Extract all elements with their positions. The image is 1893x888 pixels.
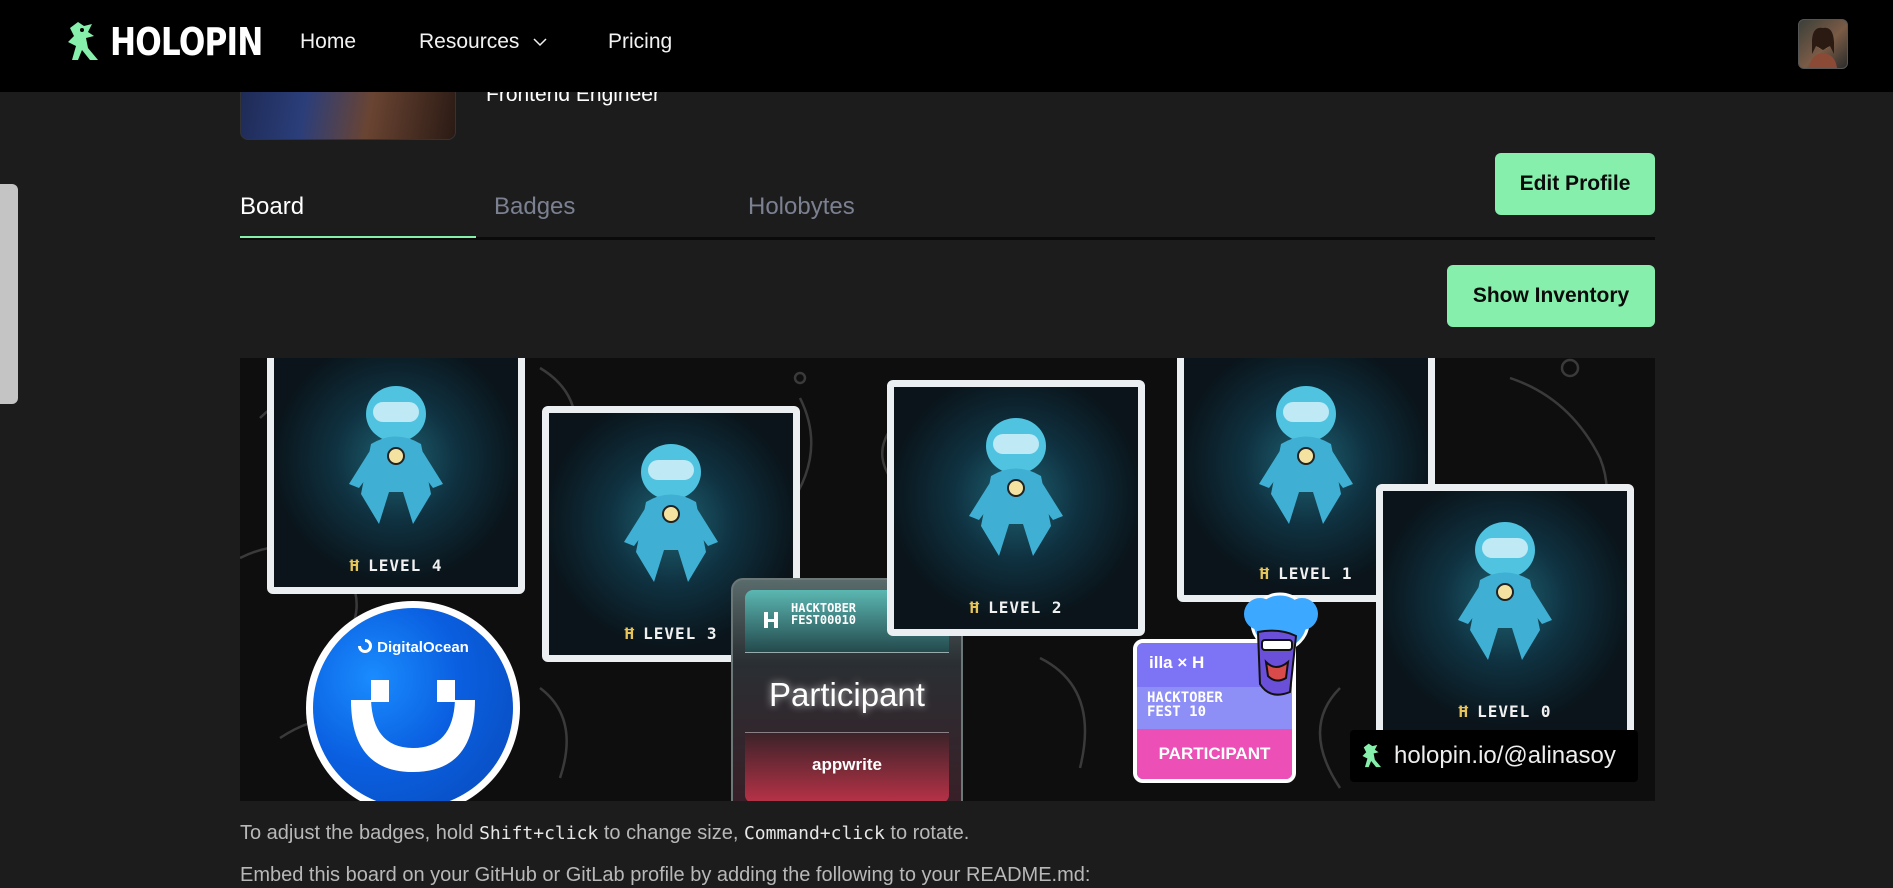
- profile-tabs: Board Badges Holobytes: [240, 190, 1655, 240]
- digitalocean-badge-body: DigitalOcean: [313, 608, 513, 801]
- holopin-mark-icon: Ħ: [1458, 702, 1470, 721]
- level-label: Ħ LEVEL 2: [894, 598, 1138, 617]
- hack-badge-participant: PARTICIPANT: [1158, 744, 1271, 763]
- dinosaur-logo-icon: [1362, 743, 1382, 768]
- level-text: LEVEL 1: [1278, 564, 1353, 583]
- appwrite-logo: appwrite: [812, 755, 882, 774]
- active-tab-indicator: [240, 236, 476, 238]
- level-label: Ħ LEVEL 4: [274, 556, 518, 575]
- astronaut-icon: [1458, 522, 1552, 661]
- digitalocean-label: DigitalOcean: [377, 639, 469, 656]
- level-2-badge[interactable]: Ħ LEVEL 2: [887, 380, 1145, 636]
- nav-resources-menu[interactable]: Resources: [419, 30, 547, 54]
- badge-board[interactable]: Ħ LEVEL 4 Ħ LEVEL 3 HACKTOBER FEST00010 Pa…: [240, 358, 1655, 801]
- avatar-portrait: [1809, 27, 1837, 68]
- profile-url-tag: holopin.io/@alinasoy: [1350, 730, 1638, 782]
- astronaut-icon: [1259, 386, 1353, 525]
- astronaut-icon: [624, 444, 718, 583]
- top-nav: HOLOPIN Home Resources Pricing: [0, 0, 1893, 92]
- nav-home-link[interactable]: Home: [300, 30, 356, 54]
- appwrite-hacktoberfest-text: HACKTOBER FEST00010: [791, 601, 857, 627]
- tab-badges[interactable]: Badges: [494, 193, 575, 221]
- holopin-mark-icon: Ħ: [1259, 564, 1271, 583]
- show-inventory-button[interactable]: Show Inventory: [1447, 265, 1655, 327]
- dinosaur-logo-icon: [68, 22, 98, 60]
- holopin-logo[interactable]: HOLOPIN: [64, 20, 296, 64]
- tab-board[interactable]: Board: [240, 193, 304, 221]
- astronaut-icon: [349, 385, 443, 524]
- hint-middle: to change size,: [598, 822, 744, 844]
- profile-url-text: holopin.io/@alinasoy: [1394, 742, 1616, 769]
- digitalocean-badge[interactable]: DigitalOcean: [306, 601, 520, 801]
- level-4-badge[interactable]: Ħ LEVEL 4: [267, 358, 525, 594]
- holopin-mark-icon: Ħ: [349, 556, 361, 575]
- level-text: LEVEL 4: [368, 556, 443, 575]
- appwrite-participant-text: Participant: [769, 676, 925, 713]
- level-text: LEVEL 2: [988, 598, 1063, 617]
- hint-prefix: To adjust the badges, hold: [240, 822, 480, 844]
- tab-holobytes[interactable]: Holobytes: [748, 193, 855, 221]
- hacktoberfest-h-icon: [764, 612, 778, 628]
- level-0-badge[interactable]: Ħ LEVEL 0: [1376, 484, 1634, 740]
- digitalocean-name: DigitalOcean: [313, 638, 513, 656]
- illa-logo: illa × H: [1149, 653, 1205, 672]
- level-text: LEVEL 0: [1477, 702, 1552, 721]
- digitalocean-logo-icon: [358, 639, 373, 653]
- shift-click-shortcut: Shift+click: [479, 823, 599, 844]
- hack-badge-title: HACKTOBER FEST 10: [1147, 690, 1223, 720]
- blue-mascot-icon: [1244, 592, 1318, 696]
- level-label: Ħ LEVEL 0: [1383, 702, 1627, 721]
- holopin-mark-icon: Ħ: [969, 598, 981, 617]
- brand-name: HOLOPIN: [110, 20, 263, 64]
- embed-instructions: Embed this board on your GitHub or GitLa…: [240, 864, 1091, 886]
- level-text: LEVEL 3: [643, 624, 718, 643]
- holopin-mark-icon: Ħ: [624, 624, 636, 643]
- command-click-shortcut: Command+click: [743, 823, 885, 844]
- side-scroll-handle[interactable]: [0, 184, 18, 404]
- adjust-badges-hint: To adjust the badges, hold Shift+click t…: [240, 822, 969, 845]
- chevron-down-icon: [533, 38, 547, 47]
- nav-pricing-link[interactable]: Pricing: [608, 30, 672, 54]
- hint-suffix: to rotate.: [884, 822, 970, 844]
- nav-resources-label: Resources: [419, 30, 520, 53]
- user-avatar[interactable]: [1798, 19, 1848, 69]
- smile-icon: [351, 680, 475, 772]
- astronaut-icon: [969, 418, 1063, 557]
